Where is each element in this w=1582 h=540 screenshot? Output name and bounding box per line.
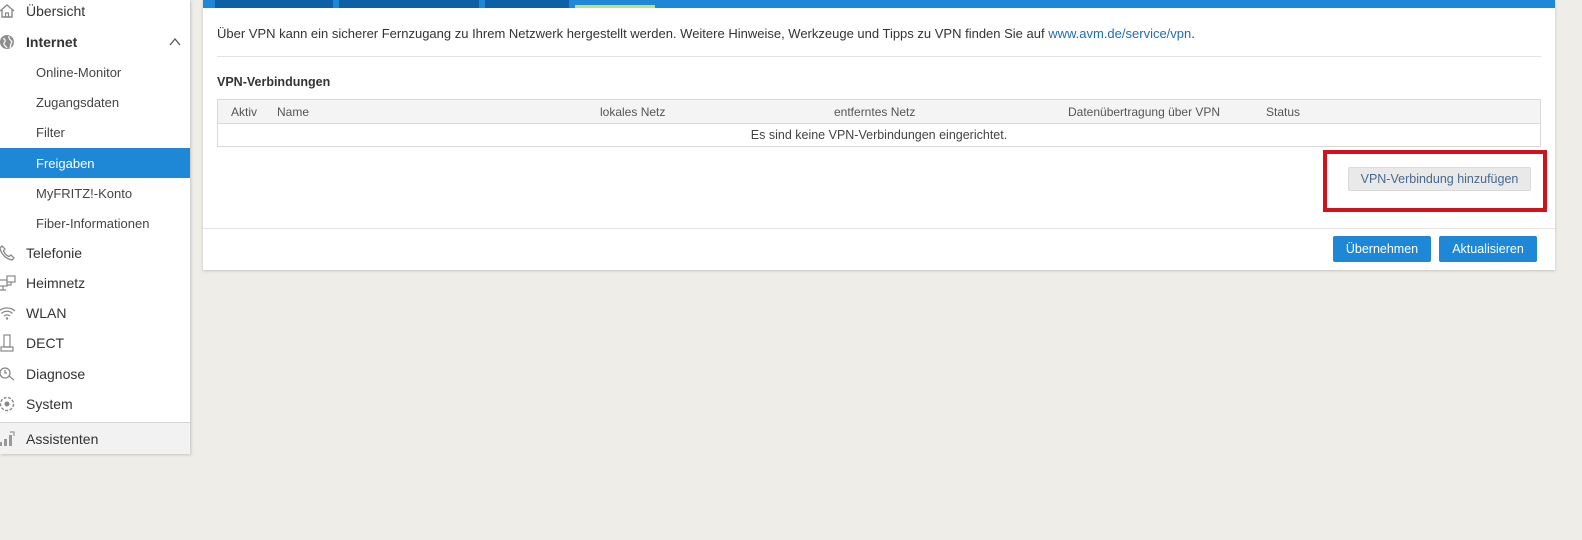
sidebar-subitem-myfritz-konto[interactable]: MyFRITZ!-Konto — [0, 178, 190, 208]
sidebar-item-dect[interactable]: DECT — [0, 328, 190, 358]
sidebar-item-label: Heimnetz — [26, 275, 86, 291]
apply-button[interactable]: Übernehmen — [1333, 236, 1431, 262]
sidebar-subitem-label: Fiber-Informationen — [36, 215, 150, 231]
sidebar-subitem-label: MyFRITZ!-Konto — [36, 185, 133, 201]
sidebar-item-diagnose[interactable]: Diagnose — [0, 359, 190, 389]
sidebar-item-heimnetz[interactable]: Heimnetz — [0, 268, 190, 298]
sidebar-item-label: Assistenten — [26, 431, 99, 447]
wizard-icon — [0, 430, 16, 448]
network-icon — [0, 274, 16, 292]
sidebar-subitem-freigaben[interactable]: Freigaben — [0, 148, 190, 178]
sidebar-subitem-zugangsdaten[interactable]: Zugangsdaten — [0, 87, 190, 117]
main-panel: Über VPN kann ein sicherer Fernzugang zu… — [203, 0, 1555, 270]
tab-1[interactable] — [215, 0, 333, 8]
tab-bar — [203, 0, 1555, 8]
section-title: VPN-Verbindungen — [217, 75, 331, 89]
divider — [217, 56, 1541, 57]
column-header-name[interactable]: Name — [277, 105, 309, 119]
sidebar-item-assistenten-row[interactable]: Assistenten — [0, 423, 190, 455]
sidebar-item-label: System — [26, 396, 73, 412]
diagnose-icon — [0, 365, 16, 383]
table-empty-message: Es sind keine VPN-Verbindungen eingerich… — [750, 128, 1008, 142]
sidebar-item-internet[interactable]: Internet — [0, 27, 190, 57]
sidebar-item-wlan[interactable]: WLAN — [0, 298, 190, 328]
sidebar-item-label: Internet — [26, 34, 78, 50]
sidebar: Übersicht Internet Online-Monitor Zugang… — [0, 0, 190, 454]
intro-text-end: . — [1191, 26, 1195, 41]
chevron-up-icon[interactable] — [168, 35, 182, 49]
sidebar-item-label: Telefonie — [26, 245, 83, 261]
sidebar-item-label: Übersicht — [26, 3, 86, 19]
refresh-button[interactable]: Aktualisieren — [1439, 236, 1537, 262]
intro-text-body: Über VPN kann ein sicherer Fernzugang zu… — [217, 26, 1049, 41]
footer-divider — [203, 228, 1555, 229]
sidebar-subitem-label: Zugangsdaten — [36, 94, 120, 110]
intro-text: Über VPN kann ein sicherer Fernzugang zu… — [217, 26, 1195, 41]
sidebar-item-label: DECT — [26, 335, 65, 351]
sidebar-item-assistenten[interactable]: Assistenten — [0, 422, 190, 454]
sidebar-subitem-fiber-informationen[interactable]: Fiber-Informationen — [0, 208, 190, 238]
sidebar-subitem-label: Filter — [36, 124, 65, 140]
table-header: Aktiv Name lokales Netz entferntes Netz … — [218, 100, 1540, 124]
wifi-icon — [0, 304, 16, 322]
sidebar-subitem-filter[interactable]: Filter — [0, 117, 190, 147]
vpn-service-link[interactable]: www.avm.de/service/vpn — [1048, 26, 1191, 41]
home-icon — [0, 2, 16, 20]
sidebar-item-system[interactable]: System — [0, 389, 190, 419]
sidebar-subitem-online-monitor[interactable]: Online-Monitor — [0, 57, 190, 87]
column-header-lokales-netz[interactable]: lokales Netz — [600, 105, 665, 119]
sidebar-subitem-label: Freigaben — [36, 155, 95, 171]
column-header-entferntes-netz[interactable]: entferntes Netz — [834, 105, 915, 119]
system-icon — [0, 395, 16, 413]
sidebar-subitem-label: Online-Monitor — [36, 64, 122, 80]
add-vpn-connection-button[interactable]: VPN-Verbindung hinzufügen — [1348, 167, 1531, 191]
tab-2[interactable] — [339, 0, 479, 8]
sidebar-item-label: Diagnose — [26, 366, 86, 382]
sidebar-item-label: WLAN — [26, 305, 67, 321]
column-header-status[interactable]: Status — [1266, 105, 1300, 119]
dect-icon — [0, 334, 16, 352]
tab-3[interactable] — [485, 0, 569, 8]
vpn-connections-table: Aktiv Name lokales Netz entferntes Netz … — [217, 99, 1541, 147]
tab-vpn-active[interactable] — [575, 0, 655, 8]
phone-icon — [0, 244, 16, 262]
globe-icon — [0, 33, 16, 51]
column-header-aktiv[interactable]: Aktiv — [231, 105, 257, 119]
sidebar-item-telefonie[interactable]: Telefonie — [0, 238, 190, 268]
sidebar-item-uebersicht[interactable]: Übersicht — [0, 0, 190, 26]
column-header-datenuebertragung[interactable]: Datenübertragung über VPN — [1068, 105, 1220, 119]
